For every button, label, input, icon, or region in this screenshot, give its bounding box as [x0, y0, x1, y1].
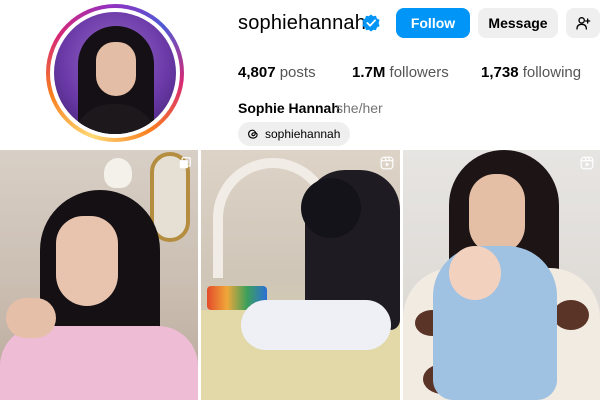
username: sophiehannah: [238, 12, 367, 34]
profile-avatar-ring[interactable]: [46, 4, 184, 142]
multiple-media-icon: [179, 157, 191, 169]
followers-stat[interactable]: 1.7M followers: [352, 64, 449, 81]
verified-badge-icon: [362, 14, 380, 32]
threads-link[interactable]: sophiehannah: [238, 122, 351, 146]
photo-face: [56, 216, 118, 306]
photo-face: [469, 174, 525, 254]
photo-head: [301, 178, 361, 238]
followers-label: followers: [389, 64, 449, 81]
reel-icon: [580, 156, 594, 170]
following-count: 1,738: [481, 64, 519, 81]
avatar-border: [50, 8, 180, 138]
post-thumbnail[interactable]: [201, 150, 400, 400]
pronouns: she/her: [336, 100, 383, 116]
following-label: following: [522, 64, 582, 81]
post-thumbnail[interactable]: [403, 150, 600, 400]
avatar-face: [96, 42, 136, 96]
post-thumbnail[interactable]: [0, 150, 198, 400]
photo-lamp: [104, 158, 132, 188]
followers-count: 1.7M: [352, 64, 386, 81]
photo-hand: [6, 298, 56, 338]
photo-baby: [241, 300, 391, 350]
posts-count: 4,807: [238, 64, 276, 81]
full-name: Sophie Hannah: [238, 100, 340, 116]
add-user-icon: [576, 17, 591, 30]
photo-baby-face: [449, 246, 501, 300]
photo-sweater-pattern: [553, 300, 589, 330]
message-button[interactable]: Message: [478, 8, 558, 38]
threads-handle: sophiehannah: [265, 127, 341, 141]
following-stat[interactable]: 1,738 following: [481, 64, 581, 81]
posts-label: posts: [279, 64, 316, 81]
reel-icon: [380, 156, 394, 170]
follow-button[interactable]: Follow: [396, 8, 470, 38]
posts-grid: [0, 150, 600, 400]
posts-stat: 4,807 posts: [238, 64, 316, 81]
add-user-button[interactable]: [566, 8, 600, 38]
threads-icon: [248, 129, 258, 139]
avatar[interactable]: [54, 12, 176, 134]
